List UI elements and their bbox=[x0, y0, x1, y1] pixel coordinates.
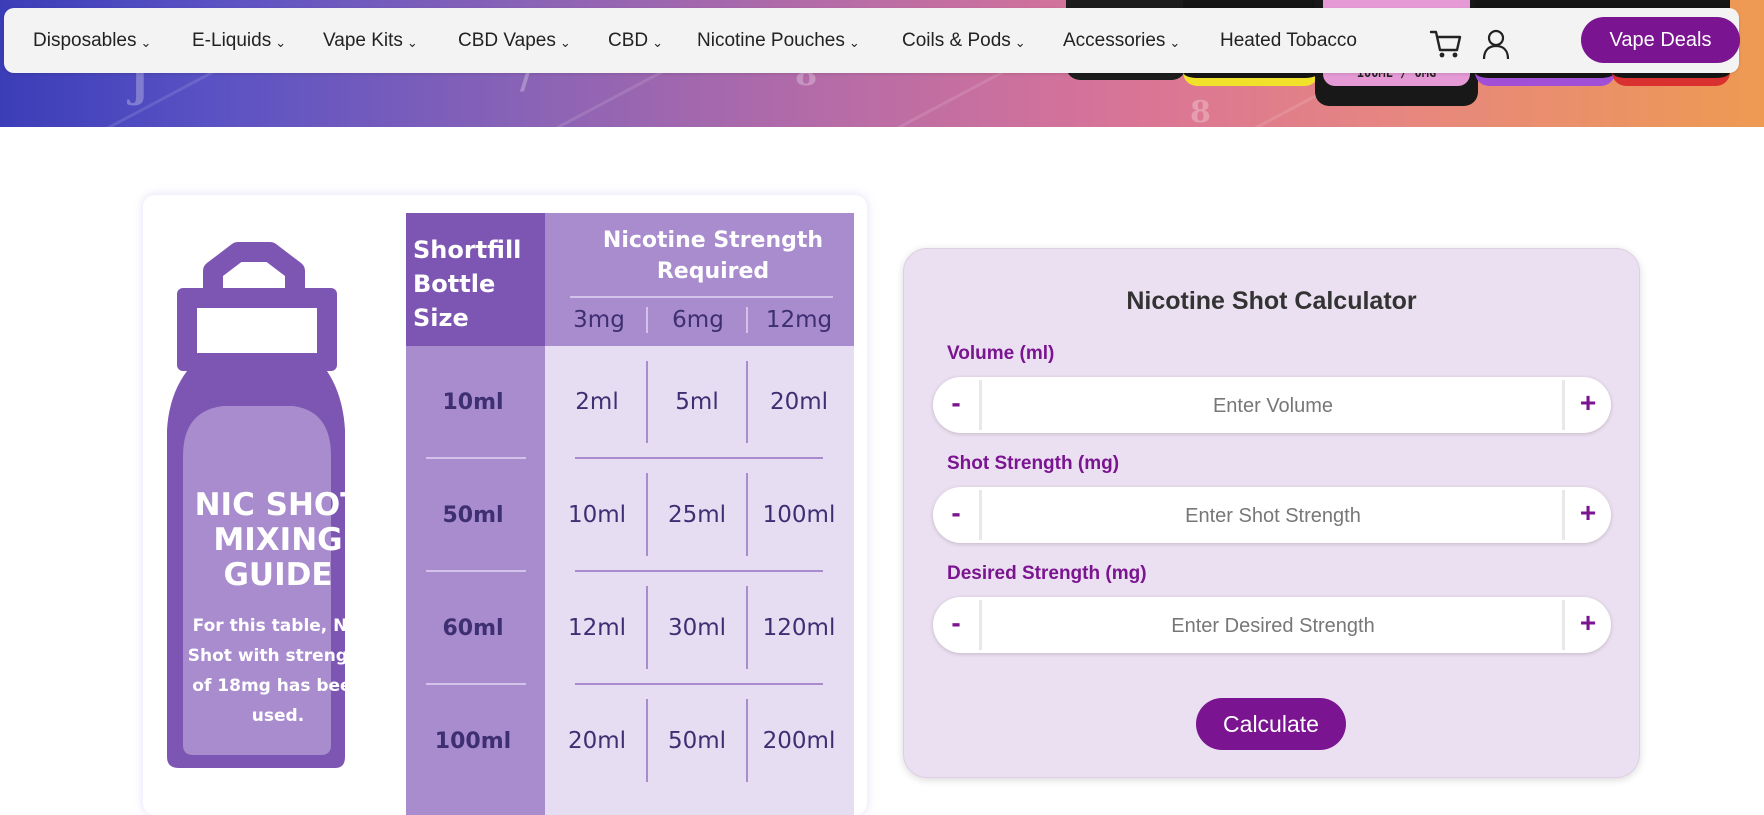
desired-strength-stepper: - + bbox=[933, 597, 1611, 655]
divider bbox=[979, 380, 982, 430]
volume-label: Volume (ml) bbox=[947, 343, 1055, 364]
nav-vape-kits[interactable]: Vape Kits ⌄ bbox=[323, 8, 418, 73]
nav-label: Disposables bbox=[33, 30, 137, 51]
shot-strength-label: Shot Strength (mg) bbox=[947, 453, 1120, 474]
chevron-down-icon: ⌄ bbox=[1014, 35, 1026, 50]
user-icon[interactable] bbox=[1479, 28, 1513, 60]
table-cell: 10ml bbox=[567, 502, 627, 528]
table-cell: 50ml bbox=[667, 728, 727, 754]
nav-label: Nicotine Pouches bbox=[697, 30, 845, 51]
nicotine-shot-calculator: Nicotine Shot Calculator Volume (ml) - +… bbox=[903, 248, 1640, 778]
volume-increment-button[interactable]: + bbox=[1565, 377, 1611, 433]
main-navigation: Disposables ⌄ E-Liquids ⌄ Vape Kits ⌄ CBD V… bbox=[4, 8, 1739, 73]
chevron-down-icon: ⌄ bbox=[140, 35, 152, 50]
table-cell: 25ml bbox=[667, 502, 727, 528]
table-cell: 120ml bbox=[762, 615, 836, 641]
calculator-title: Nicotine Shot Calculator bbox=[1126, 287, 1417, 315]
chevron-down-icon: ⌄ bbox=[652, 35, 664, 50]
table-row-size: 100ml bbox=[434, 729, 512, 754]
desired-strength-increment-button[interactable]: + bbox=[1565, 597, 1611, 653]
table-cell: 20ml bbox=[567, 728, 627, 754]
strength-6mg-header: 6mg bbox=[672, 307, 724, 333]
chevron-down-icon: ⌄ bbox=[848, 35, 860, 50]
table-cell: 100ml bbox=[762, 502, 836, 528]
table-row-size: 60ml bbox=[442, 616, 504, 641]
table-cell: 30ml bbox=[667, 615, 727, 641]
volume-stepper: - + bbox=[933, 377, 1611, 435]
vape-deals-button[interactable]: Vape Deals bbox=[1581, 17, 1740, 63]
bottle-size-header: Shortfill Bottle Size bbox=[413, 236, 522, 332]
calculate-button[interactable]: Calculate bbox=[1196, 698, 1346, 750]
nav-accessories[interactable]: Accessories ⌄ bbox=[1063, 8, 1180, 73]
shot-strength-increment-button[interactable]: + bbox=[1565, 487, 1611, 543]
desired-strength-label: Desired Strength (mg) bbox=[947, 563, 1147, 584]
nav-heated-tobacco[interactable]: Heated Tobacco bbox=[1220, 8, 1357, 73]
nav-cbd-vapes[interactable]: CBD Vapes ⌄ bbox=[458, 8, 571, 73]
shot-strength-stepper: - + bbox=[933, 487, 1611, 545]
nav-label: CBD Vapes bbox=[458, 30, 556, 51]
chevron-down-icon: ⌄ bbox=[1169, 35, 1181, 50]
mixing-guide-note: For this table, Nic Shot with strength o… bbox=[187, 616, 369, 726]
banner-decoration: 8 bbox=[1190, 95, 1211, 127]
nav-label: Vape Kits bbox=[323, 30, 403, 51]
strength-3mg-header: 3mg bbox=[573, 307, 625, 333]
table-row-size: 50ml bbox=[442, 503, 504, 528]
nic-shot-mixing-guide: NIC SHOT MIXING GUIDE For this table, Ni… bbox=[143, 195, 867, 815]
divider bbox=[979, 600, 982, 650]
chevron-down-icon: ⌄ bbox=[559, 35, 571, 50]
bottle-label-window bbox=[197, 308, 317, 353]
table-cell: 200ml bbox=[762, 728, 836, 754]
cart-icon[interactable] bbox=[1429, 28, 1463, 60]
shot-strength-input[interactable] bbox=[983, 487, 1563, 545]
nav-label: Heated Tobacco bbox=[1220, 30, 1357, 51]
volume-decrement-button[interactable]: - bbox=[933, 377, 979, 433]
nav-nicotine-pouches[interactable]: Nicotine Pouches ⌄ bbox=[697, 8, 860, 73]
table-cell: 12ml bbox=[567, 615, 627, 641]
chevron-down-icon: ⌄ bbox=[406, 35, 418, 50]
nav-label: CBD bbox=[608, 30, 649, 51]
desired-strength-input[interactable] bbox=[983, 597, 1563, 655]
mixing-guide-title: NIC SHOT MIXING GUIDE bbox=[194, 487, 362, 593]
strength-required-header: Nicotine Strength Required bbox=[602, 228, 824, 284]
bottle-illustration bbox=[203, 242, 305, 288]
nav-e-liquids[interactable]: E-Liquids ⌄ bbox=[192, 8, 286, 73]
nav-label: Coils & Pods bbox=[902, 30, 1011, 51]
shot-strength-decrement-button[interactable]: - bbox=[933, 487, 979, 543]
volume-input[interactable] bbox=[983, 377, 1563, 435]
table-row-size: 10ml bbox=[442, 390, 504, 415]
nav-coils-pods[interactable]: Coils & Pods ⌄ bbox=[902, 8, 1026, 73]
desired-strength-decrement-button[interactable]: - bbox=[933, 597, 979, 653]
table-cell: 20ml bbox=[769, 389, 829, 415]
strength-12mg-header: 12mg bbox=[765, 307, 833, 333]
table-cell: 2ml bbox=[575, 389, 619, 415]
table-cell: 5ml bbox=[675, 389, 719, 415]
nav-label: Accessories bbox=[1063, 30, 1166, 51]
nav-disposables[interactable]: Disposables ⌄ bbox=[33, 8, 151, 73]
nav-cbd[interactable]: CBD ⌄ bbox=[608, 8, 663, 73]
divider bbox=[979, 490, 982, 540]
nav-label: E-Liquids bbox=[192, 30, 272, 51]
chevron-down-icon: ⌄ bbox=[275, 35, 287, 50]
